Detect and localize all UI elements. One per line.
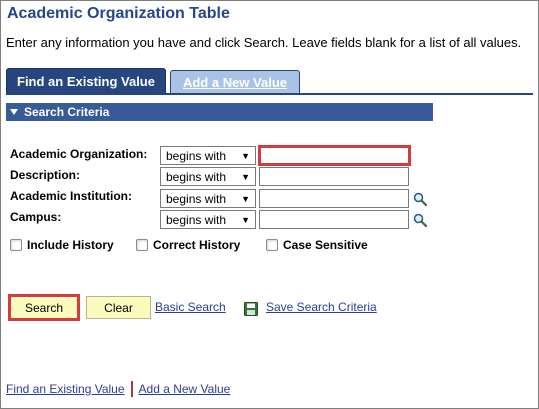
include-history-label: Include History — [27, 238, 114, 252]
dropdown-arrow-icon: ▼ — [241, 171, 250, 182]
magnifier-icon[interactable] — [413, 192, 427, 206]
include-history-checkbox[interactable]: Include History — [10, 238, 114, 252]
checkbox-box[interactable] — [10, 239, 22, 251]
search-criteria-header[interactable]: Search Criteria — [6, 103, 433, 121]
tab-add-new-value[interactable]: Add a New Value — [170, 70, 300, 94]
campus-input[interactable] — [259, 210, 409, 229]
dropdown-arrow-icon: ▼ — [241, 150, 250, 161]
description-label: Description: — [10, 168, 81, 182]
academic-institution-label: Academic Institution: — [10, 189, 133, 203]
footer-add-new-value-link[interactable]: Add a New Value — [139, 382, 231, 396]
case-sensitive-label: Case Sensitive — [283, 238, 368, 252]
footer-find-existing-value-link[interactable]: Find an Existing Value — [6, 382, 125, 396]
instructions-text: Enter any information you have and click… — [6, 35, 522, 50]
page-title: Academic Organization Table — [7, 5, 230, 22]
description-operator-select[interactable]: begins with ▼ — [160, 167, 256, 186]
operator-value: begins with — [166, 191, 227, 206]
case-sensitive-checkbox[interactable]: Case Sensitive — [266, 238, 368, 252]
dropdown-arrow-icon: ▼ — [241, 214, 250, 225]
floppy-disk-icon[interactable] — [244, 302, 258, 316]
checkbox-box[interactable] — [266, 239, 278, 251]
search-criteria-title: Search Criteria — [24, 105, 110, 119]
correct-history-label: Correct History — [153, 238, 241, 252]
campus-operator-select[interactable]: begins with ▼ — [160, 210, 256, 229]
magnifier-icon[interactable] — [413, 213, 427, 227]
checkbox-box[interactable] — [136, 239, 148, 251]
basic-search-link[interactable]: Basic Search — [155, 300, 226, 314]
caret-down-icon[interactable] — [10, 109, 18, 115]
operator-value: begins with — [166, 148, 227, 163]
academic-institution-operator-select[interactable]: begins with ▼ — [160, 189, 256, 208]
dropdown-arrow-icon: ▼ — [241, 193, 250, 204]
operator-value: begins with — [166, 169, 227, 184]
tab-underline — [6, 93, 533, 95]
academic-organization-input[interactable] — [258, 145, 411, 166]
clear-button[interactable]: Clear — [86, 296, 151, 319]
footer-separator — [130, 381, 133, 397]
save-search-criteria-link[interactable]: Save Search Criteria — [266, 300, 377, 314]
tab-find-existing-value[interactable]: Find an Existing Value — [6, 68, 166, 94]
academic-organization-operator-select[interactable]: begins with ▼ — [160, 146, 256, 165]
description-input[interactable] — [259, 167, 409, 186]
operator-value: begins with — [166, 212, 227, 227]
campus-label: Campus: — [10, 210, 62, 224]
academic-organization-label: Academic Organization: — [10, 147, 148, 161]
search-button[interactable]: Search — [8, 294, 80, 321]
academic-institution-input[interactable] — [259, 189, 409, 208]
footer-links: Find an Existing Value Add a New Value — [6, 381, 230, 397]
correct-history-checkbox[interactable]: Correct History — [136, 238, 240, 252]
